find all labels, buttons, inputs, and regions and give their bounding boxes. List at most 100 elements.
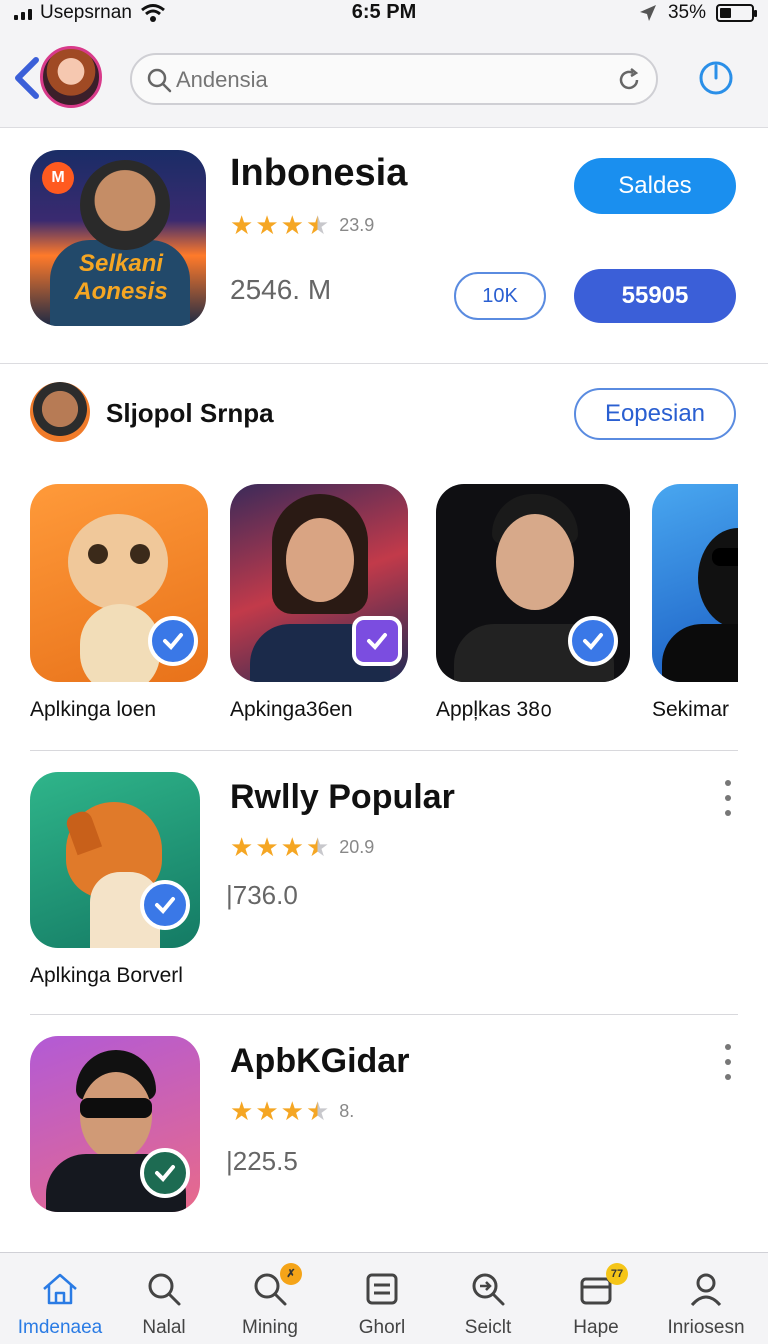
search-bar[interactable] <box>130 53 658 105</box>
verified-check-icon <box>148 616 198 666</box>
tab-document[interactable]: Ghorl <box>328 1253 436 1344</box>
star-icon: ★ <box>305 210 330 240</box>
carousel-label-3: Appļkas 38൦ <box>436 698 551 721</box>
tab-label: Ghorl <box>358 1317 406 1338</box>
star-icon: ★ <box>280 1096 304 1126</box>
star-icon: ★ <box>280 210 304 240</box>
section-avatar[interactable] <box>30 382 90 442</box>
search-icon <box>148 1273 181 1306</box>
tab-label: Mining <box>242 1317 298 1338</box>
battery-percent: 35% <box>667 2 706 23</box>
art-person <box>80 160 170 250</box>
art-eye <box>88 544 108 564</box>
search-arrow-icon <box>472 1273 505 1306</box>
art-face <box>496 514 574 610</box>
sales-button[interactable]: Saldes <box>574 158 736 214</box>
list-item-image-2[interactable] <box>30 1036 200 1212</box>
list-item-title[interactable]: ApbKGidar <box>230 1042 409 1081</box>
list-item-title[interactable]: Rwlly Popular <box>230 778 455 817</box>
person-icon <box>690 1273 722 1307</box>
tab-hape[interactable]: 77 Hape <box>542 1253 650 1344</box>
battery-icon <box>716 4 757 22</box>
art-hair <box>698 528 738 628</box>
divider <box>30 750 738 751</box>
featured-size: 2546. M <box>230 274 332 305</box>
profile-avatar[interactable] <box>40 46 102 108</box>
star-icon: ★ <box>305 1096 330 1126</box>
art-sunglasses <box>80 1098 152 1118</box>
count-button[interactable]: 55905 <box>574 269 736 323</box>
carousel-card-4[interactable] <box>652 484 738 682</box>
art-jacket <box>662 624 738 682</box>
section-title: Sljopol Srnpa <box>106 398 274 428</box>
star-icon: ★ <box>230 832 254 862</box>
carousel-card-1[interactable] <box>30 484 208 682</box>
tab-profile[interactable]: Inriosesn <box>652 1253 760 1344</box>
featured-app-title: Inbonesia <box>230 152 408 194</box>
tab-label: Seiclt <box>464 1317 512 1338</box>
location-arrow-icon <box>639 5 656 21</box>
list-item-label: Aplkinga Borverl <box>30 964 183 987</box>
bottom-tab-bar: Imdenaea Nalal ✗ Mining Ghorl Seiclt 77 … <box>0 1252 768 1344</box>
notification-badge: ✗ <box>280 1263 302 1285</box>
art-text: Selkani Aonesis <box>74 250 168 305</box>
divider <box>30 1014 738 1015</box>
more-options-icon[interactable] <box>716 1044 740 1080</box>
star-rating-icon: ★ ★ ★ ★ <box>230 1098 329 1124</box>
carousel-label-2: Apkinga36en <box>230 698 353 721</box>
tab-label: Hape <box>573 1317 619 1338</box>
tab-select[interactable]: Seiclt <box>434 1253 542 1344</box>
tab-home[interactable]: Imdenaea <box>6 1253 114 1344</box>
expand-button[interactable]: Eopesian <box>574 388 736 440</box>
carousel-card-3[interactable] <box>436 484 630 682</box>
carousel-label-1: Aplkinga loen <box>30 698 157 721</box>
tab-label: Imdenaea <box>17 1317 103 1338</box>
notification-badge: 77 <box>606 1263 628 1285</box>
featured-rating: ★ ★ ★ ★ 23.9 <box>230 212 374 238</box>
star-rating-icon: ★ ★ ★ ★ <box>230 212 329 238</box>
tab-label: Inriosesn <box>667 1317 745 1338</box>
search-input[interactable] <box>176 65 596 95</box>
verified-check-icon <box>568 616 618 666</box>
tab-label: Nalal <box>142 1317 186 1338</box>
reload-icon[interactable] <box>616 67 642 93</box>
carousel-label-4: Sekimar <box>652 698 730 721</box>
verified-check-icon <box>140 880 190 930</box>
star-icon: ★ <box>305 832 330 862</box>
carousel-card-2[interactable] <box>230 484 408 682</box>
rating-value: 20.9 <box>339 836 375 857</box>
art-face <box>286 518 354 602</box>
art-eye <box>130 544 150 564</box>
more-options-icon[interactable] <box>716 780 740 816</box>
star-icon: ★ <box>255 210 279 240</box>
brand-badge: M <box>42 162 74 194</box>
star-icon: ★ <box>230 210 254 240</box>
cartoon-animal-art <box>68 514 168 610</box>
rating-value: 23.9 <box>339 214 375 235</box>
star-icon: ★ <box>255 832 279 862</box>
star-rating-icon: ★ ★ ★ ★ <box>230 834 329 860</box>
featured-app-card[interactable]: M Selkani Aonesis Inbonesia ★ ★ ★ ★ 23.9 25… <box>0 128 768 364</box>
star-icon: ★ <box>280 832 304 862</box>
art-sunglasses <box>712 548 738 566</box>
power-icon[interactable] <box>698 60 734 96</box>
verified-check-icon <box>140 1148 190 1198</box>
battery-fill <box>720 8 731 18</box>
top-header <box>0 28 768 128</box>
rating-value: 8. <box>339 1100 355 1121</box>
document-icon <box>366 1273 398 1305</box>
verified-check-icon <box>352 616 402 666</box>
list-item-size: |225.5 <box>226 1146 298 1176</box>
search-icon <box>147 68 172 93</box>
tab-search[interactable]: Nalal <box>110 1253 218 1344</box>
list-item-size: |736.0 <box>226 880 298 910</box>
star-icon: ★ <box>255 1096 279 1126</box>
status-bar: Usepsrnan 6:5 PM 35% <box>0 0 768 28</box>
list-item-rating: ★ ★ ★ ★ 20.9 <box>230 834 374 860</box>
downloads-button[interactable]: 10K <box>454 272 546 320</box>
featured-app-image[interactable]: M Selkani Aonesis <box>30 150 206 326</box>
list-item-image-1[interactable] <box>30 772 200 948</box>
tab-mining[interactable]: ✗ Mining <box>216 1253 324 1344</box>
list-item-rating: ★ ★ ★ ★ 8. <box>230 1098 354 1124</box>
back-chevron-icon[interactable] <box>12 56 42 100</box>
